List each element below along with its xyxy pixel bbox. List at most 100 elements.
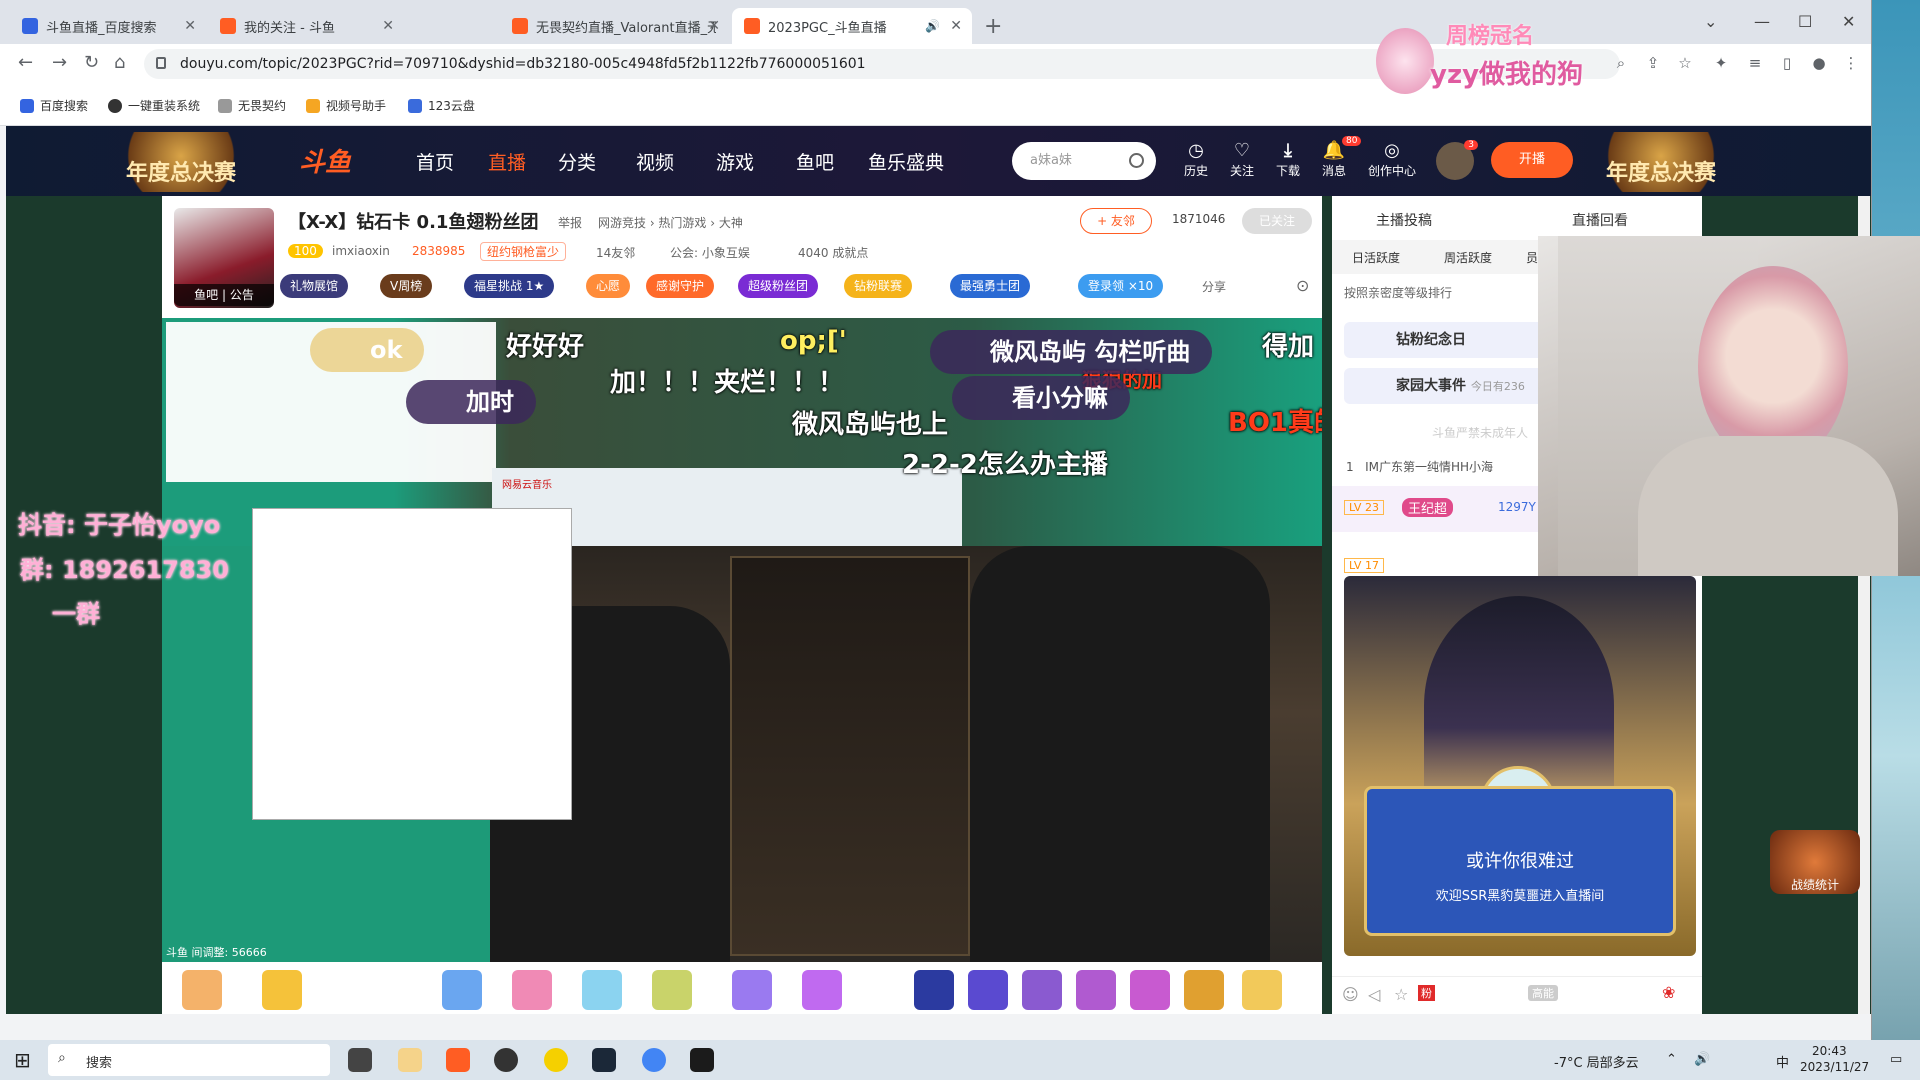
nav-home[interactable]: 首页 bbox=[416, 148, 454, 175]
nav-games[interactable]: 游戏 bbox=[716, 148, 754, 175]
clock-time[interactable]: 20:43 bbox=[1812, 1044, 1847, 1058]
badge-icon[interactable]: ☆ bbox=[1394, 985, 1408, 1004]
ime-indicator[interactable]: 中 bbox=[1776, 1052, 1789, 1071]
history-button[interactable]: ◷ 历史 bbox=[1174, 140, 1218, 179]
extensions-icon[interactable]: ✦ bbox=[1712, 54, 1730, 72]
fishbar-notice[interactable]: 鱼吧 | 公告 bbox=[174, 284, 274, 306]
creator-center-button[interactable]: ◎ 创作中心 bbox=[1360, 140, 1424, 179]
tag-lucky-challenge[interactable]: 福星挑战 1★ bbox=[464, 274, 555, 298]
douyu-app-icon[interactable] bbox=[446, 1048, 470, 1072]
nav-category[interactable]: 分类 bbox=[558, 148, 596, 175]
add-friend-button[interactable]: + 友邻 bbox=[1080, 208, 1152, 234]
tab-my-follows[interactable]: 我的关注 - 斗鱼 ✕ bbox=[208, 8, 404, 44]
gift-item[interactable] bbox=[732, 970, 772, 1010]
gift-item[interactable] bbox=[652, 970, 692, 1010]
gift-item[interactable] bbox=[1076, 970, 1116, 1010]
reading-list-icon[interactable]: ≡ bbox=[1746, 54, 1764, 72]
windows-start-icon[interactable]: ⊞ bbox=[14, 1048, 31, 1072]
share-icon[interactable]: ⇪ bbox=[1644, 54, 1662, 72]
report-link[interactable]: 举报 bbox=[558, 214, 582, 231]
app-icon-ring[interactable] bbox=[544, 1048, 568, 1072]
bookmark-valorant[interactable]: 无畏契约 bbox=[218, 97, 286, 114]
download-button[interactable]: ⤓ 下载 bbox=[1266, 140, 1310, 179]
emoji-icon[interactable]: ☺ bbox=[1342, 985, 1359, 1004]
friends-count[interactable]: 14友邻 bbox=[596, 244, 635, 261]
home-icon[interactable]: ⌂ bbox=[114, 52, 125, 73]
gift-item[interactable] bbox=[968, 970, 1008, 1010]
gift-item[interactable] bbox=[1184, 970, 1224, 1010]
audio-playing-icon[interactable]: 🔊 bbox=[925, 19, 940, 33]
highlight-button[interactable]: 高能 bbox=[1528, 985, 1558, 1001]
horn-icon[interactable]: ◁ bbox=[1368, 985, 1380, 1004]
gift-item[interactable] bbox=[442, 970, 482, 1010]
tab-streamer-posts[interactable]: 主播投稿 bbox=[1376, 210, 1432, 230]
gift-item[interactable] bbox=[914, 970, 954, 1010]
nav-yule-festival[interactable]: 鱼乐盛典 bbox=[868, 148, 944, 175]
nav-live[interactable]: 直播 bbox=[488, 148, 526, 175]
share-button[interactable]: 分享 bbox=[1202, 278, 1226, 295]
gift-item[interactable] bbox=[182, 970, 222, 1010]
banner-left[interactable]: 年度总决赛 bbox=[116, 132, 246, 192]
tab-replay[interactable]: 直播回看 bbox=[1572, 210, 1628, 230]
reload-icon[interactable]: ↻ bbox=[84, 52, 99, 73]
gift-item[interactable] bbox=[512, 970, 552, 1010]
gift-item[interactable] bbox=[262, 970, 302, 1010]
fan-anniversary-card[interactable]: 钻粉纪念日 bbox=[1344, 322, 1564, 358]
tag-thanks-guard[interactable]: 感谢守护 bbox=[646, 274, 715, 298]
tag-wish[interactable]: 心愿 bbox=[586, 274, 631, 298]
followed-button[interactable]: 已关注 bbox=[1242, 208, 1312, 234]
close-tab-icon[interactable]: ✕ bbox=[708, 18, 720, 34]
tray-up-icon[interactable]: ⌃ bbox=[1666, 1052, 1677, 1067]
tag-super-fans[interactable]: 超级粉丝团 bbox=[738, 274, 819, 298]
obs-icon[interactable] bbox=[494, 1048, 518, 1072]
subtab-member[interactable]: 员 bbox=[1526, 249, 1538, 266]
bookmark-reinstall[interactable]: 一键重装系统 bbox=[108, 97, 200, 114]
forward-icon[interactable]: → bbox=[52, 52, 67, 73]
close-tab-icon[interactable]: ✕ bbox=[950, 18, 962, 34]
new-tab-button[interactable]: + bbox=[984, 14, 1002, 39]
close-tab-icon[interactable]: ✕ bbox=[184, 18, 196, 34]
rank-item-1[interactable]: 1 IM广东第一纯情HH小海 bbox=[1346, 458, 1493, 475]
taskbar-search[interactable]: ⌕ 搜索 bbox=[48, 1044, 330, 1076]
bookmark-video-assistant[interactable]: 视频号助手 bbox=[306, 97, 386, 114]
notification-icon[interactable]: ▭ bbox=[1890, 1052, 1902, 1067]
subtab-weekly[interactable]: 周活跃度 bbox=[1444, 249, 1492, 266]
bookmark-123pan[interactable]: 123云盘 bbox=[408, 97, 475, 114]
follow-button[interactable]: ♡ 关注 bbox=[1220, 140, 1264, 179]
tag-brave-team[interactable]: 最强勇士团 bbox=[950, 274, 1031, 298]
tag-diamond-league[interactable]: 钻粉联赛 bbox=[844, 274, 913, 298]
video-player[interactable]: 网易云音乐 好好好 op;[' 加！！！夹烂！！！ 微风岛屿也上 2-2-2怎么… bbox=[162, 318, 1322, 962]
streamer-name[interactable]: imxiaoxin bbox=[332, 244, 390, 258]
home-events-card[interactable]: 家园大事件 今日有236 bbox=[1344, 368, 1564, 404]
guild-info[interactable]: 公会: 小象互娱 bbox=[670, 244, 750, 261]
tag-v-weekly[interactable]: V周榜 bbox=[380, 274, 433, 298]
start-live-button[interactable]: 开播 bbox=[1491, 142, 1573, 178]
side-panel-icon[interactable]: ▯ bbox=[1778, 54, 1796, 72]
gift-item[interactable] bbox=[1130, 970, 1170, 1010]
menu-icon[interactable]: ⋮ bbox=[1842, 54, 1860, 72]
user-avatar[interactable]: 3 bbox=[1436, 140, 1478, 180]
banner-right[interactable]: 年度总决赛 bbox=[1596, 132, 1726, 192]
close-window-button[interactable]: ✕ bbox=[1842, 12, 1855, 31]
achievement-points[interactable]: 4040 成就点 bbox=[798, 244, 868, 261]
back-icon[interactable]: ← bbox=[18, 52, 33, 73]
tab-search-icon[interactable]: ⌄ bbox=[1704, 12, 1717, 31]
fan-badge[interactable]: 粉 bbox=[1418, 985, 1435, 1001]
maximize-button[interactable]: ☐ bbox=[1798, 12, 1812, 31]
messages-button[interactable]: 🔔 消息 80 bbox=[1312, 136, 1362, 179]
bookmark-baidu[interactable]: 百度搜索 bbox=[20, 97, 88, 114]
search-icon[interactable] bbox=[1129, 153, 1144, 168]
league-icon[interactable] bbox=[690, 1048, 714, 1072]
gift-item[interactable] bbox=[1242, 970, 1282, 1010]
minimize-button[interactable]: — bbox=[1754, 12, 1770, 31]
task-view-icon[interactable] bbox=[348, 1048, 372, 1072]
gift-item[interactable] bbox=[802, 970, 842, 1010]
weather[interactable]: -7°C 局部多云 bbox=[1554, 1052, 1639, 1071]
nav-fishbar[interactable]: 鱼吧 bbox=[796, 148, 834, 175]
profile-icon[interactable]: ● bbox=[1810, 54, 1828, 72]
steam-icon[interactable] bbox=[592, 1048, 616, 1072]
subtab-daily[interactable]: 日活跃度 bbox=[1352, 249, 1400, 266]
category-breadcrumb[interactable]: 网游竞技 › 热门游戏 › 大神 bbox=[598, 214, 743, 231]
gift-item[interactable] bbox=[1022, 970, 1062, 1010]
volume-icon[interactable]: 🔊 bbox=[1694, 1052, 1710, 1067]
